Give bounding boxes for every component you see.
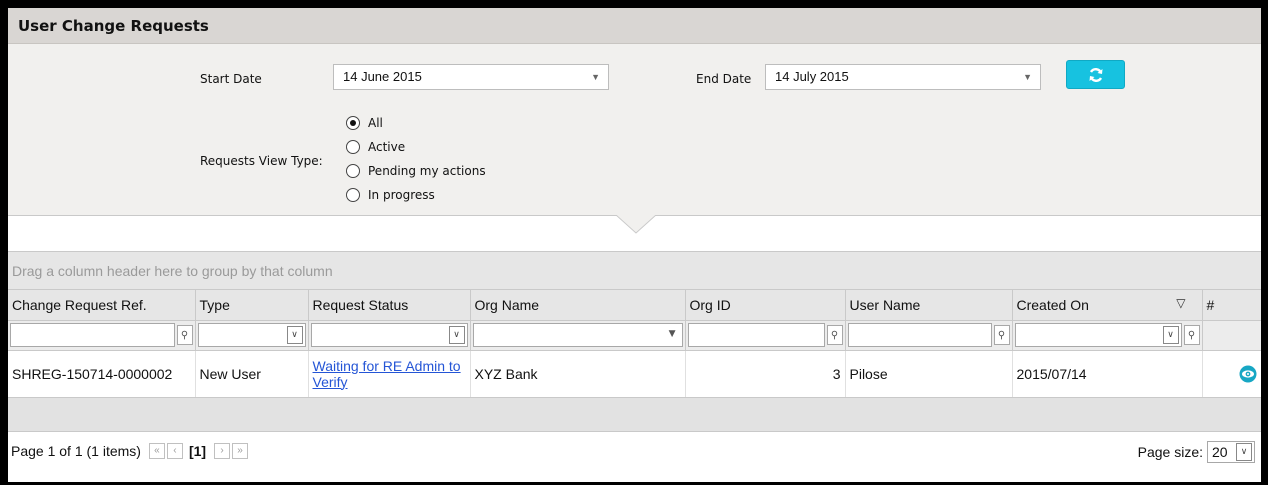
next-page-icon[interactable]: › [214, 442, 231, 459]
radio-in-progress[interactable]: In progress [346, 185, 435, 205]
dropdown-icon: ∨ [1162, 326, 1179, 344]
cell-status: Waiting for RE Admin to Verify [308, 350, 471, 398]
dropdown-icon: ▼ [1023, 72, 1032, 82]
change-requests-panel: User Change Requests Start Date 14 June … [8, 8, 1261, 482]
col-header-created-on[interactable]: Created On ▽ [1012, 290, 1203, 321]
col-header-created-on-label: Created On [1016, 296, 1089, 313]
refresh-button[interactable] [1066, 60, 1125, 89]
radio-pending[interactable]: Pending my actions [346, 161, 486, 181]
sort-indicator-icon: ▽ [1176, 296, 1186, 310]
first-page-icon[interactable]: « [148, 442, 165, 459]
filter-icon[interactable]: ⚲ [826, 325, 843, 345]
ref-filter-input[interactable] [10, 323, 175, 347]
requests-grid: Change Request Ref. Type Request Status … [8, 290, 1261, 398]
radio-all-label: All [368, 116, 383, 130]
col-header-status[interactable]: Request Status [308, 290, 471, 321]
dropdown-icon: ▼ [591, 72, 600, 82]
col-header-type[interactable]: Type [195, 290, 309, 321]
cell-actions [1202, 350, 1261, 398]
cell-user-name: Pilose [845, 350, 1013, 398]
radio-active-label: Active [368, 140, 406, 154]
start-date-picker[interactable]: 14 June 2015 ▼ [333, 64, 609, 90]
radio-button[interactable] [346, 140, 360, 154]
col-header-ref[interactable]: Change Request Ref. [8, 290, 196, 321]
prev-page-icon[interactable]: ‹ [166, 442, 183, 459]
panel-title: User Change Requests [8, 8, 1261, 44]
filter-section: Start Date 14 June 2015 ▼ End Date 14 Ju… [8, 44, 1261, 216]
filter-icon[interactable]: ⚲ [176, 325, 193, 345]
dropdown-icon: ∨ [1236, 442, 1252, 461]
page-size-select[interactable]: 20 ∨ [1207, 440, 1255, 463]
type-filter-select[interactable]: ∨ [197, 323, 306, 347]
radio-button[interactable] [346, 164, 360, 178]
status-filter-select[interactable]: ∨ [310, 323, 468, 347]
status-link[interactable]: Waiting for RE Admin to Verify [313, 358, 461, 390]
radio-in-progress-label: In progress [368, 188, 435, 202]
actions-filter-cell [1202, 320, 1261, 351]
page-size-value: 20 [1212, 443, 1228, 460]
col-header-user-name[interactable]: User Name [845, 290, 1013, 321]
cell-type: New User [195, 350, 309, 398]
radio-all[interactable]: All [346, 113, 383, 133]
collapse-arrow-icon [616, 215, 656, 234]
end-date-picker[interactable]: 14 July 2015 ▼ [765, 64, 1041, 90]
col-header-org-name[interactable]: Org Name [470, 290, 686, 321]
current-page[interactable]: [1] [189, 443, 206, 459]
last-page-icon[interactable]: » [232, 442, 249, 459]
radio-button[interactable] [346, 188, 360, 202]
table-row: SHREG-150714-0000002 New User Waiting fo… [8, 350, 1261, 398]
org-name-filter-select[interactable]: ▼ [472, 323, 683, 347]
filter-icon[interactable]: ⚲ [1183, 325, 1200, 345]
collapse-filter-toggle[interactable] [8, 215, 1261, 252]
view-type-label: Requests View Type: [200, 154, 323, 168]
created-on-filter-select[interactable]: ∨ [1014, 323, 1182, 347]
radio-active[interactable]: Active [346, 137, 405, 157]
page-size-label: Page size: [1137, 443, 1203, 460]
radio-pending-label: Pending my actions [368, 164, 486, 178]
grid-filter-row: ⚲ ∨ ∨ ▼ ⚲ ⚲ ∨ ⚲ [8, 320, 1261, 351]
cell-ref: SHREG-150714-0000002 [8, 350, 196, 398]
end-date-label: End Date [696, 72, 752, 86]
cell-org-name: XYZ Bank [470, 350, 686, 398]
start-date-value: 14 June 2015 [343, 69, 422, 84]
user-name-filter-input[interactable] [847, 323, 992, 347]
radio-button[interactable] [346, 116, 360, 130]
dropdown-icon: ∨ [286, 326, 303, 344]
grid-empty-area [8, 397, 1261, 432]
col-header-actions: # [1202, 290, 1261, 321]
view-eye-icon[interactable] [1239, 365, 1257, 383]
refresh-icon [1089, 67, 1102, 82]
col-header-org-id[interactable]: Org ID [685, 290, 846, 321]
end-date-value: 14 July 2015 [775, 69, 849, 84]
dropdown-icon: ▼ [668, 329, 676, 339]
filter-icon[interactable]: ⚲ [993, 325, 1010, 345]
org-id-filter-input[interactable] [687, 323, 825, 347]
start-date-label: Start Date [200, 72, 262, 86]
group-by-panel[interactable]: Drag a column header here to group by th… [8, 252, 1261, 290]
cell-created-on: 2015/07/14 [1012, 350, 1203, 398]
dropdown-icon: ∨ [448, 326, 465, 344]
grid-header-row: Change Request Ref. Type Request Status … [8, 290, 1261, 321]
pager-summary: Page 1 of 1 (1 items) [11, 442, 141, 459]
cell-org-id: 3 [685, 350, 846, 398]
pager: Page 1 of 1 (1 items) « ‹ [1] › » Page s… [8, 431, 1261, 472]
